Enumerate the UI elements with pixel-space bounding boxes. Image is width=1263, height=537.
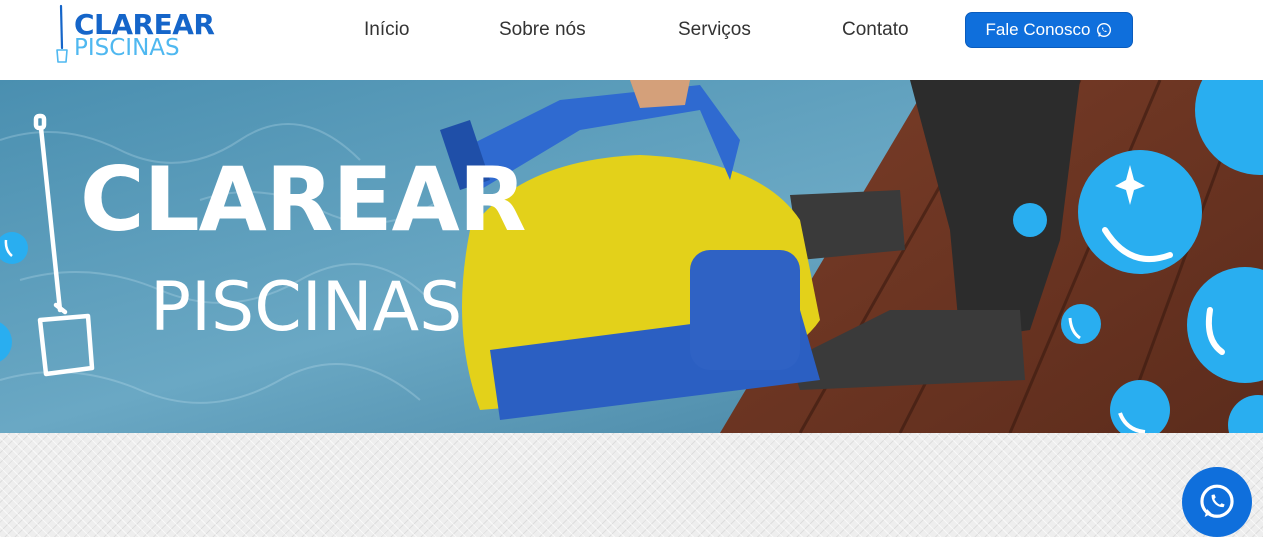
fale-conosco-label: Fale Conosco bbox=[985, 20, 1091, 39]
fale-conosco-button[interactable]: Fale Conosco bbox=[965, 12, 1133, 48]
nav-sobre-nos[interactable]: Sobre nós bbox=[499, 16, 586, 44]
whatsapp-icon bbox=[1200, 484, 1234, 518]
hero-banner: CLAREAR PISCINAS bbox=[0, 80, 1263, 433]
logo[interactable]: CLAREAR PISCINAS bbox=[54, 4, 224, 66]
nav-contato[interactable]: Contato bbox=[842, 16, 909, 44]
whatsapp-icon bbox=[1097, 23, 1112, 37]
content-background bbox=[0, 433, 1263, 537]
hero-subtitle: PISCINAS bbox=[150, 268, 463, 347]
nav-inicio[interactable]: Início bbox=[364, 16, 409, 44]
site-header: CLAREAR PISCINAS Início Sobre nós Serviç… bbox=[0, 0, 1263, 80]
nav-servicos[interactable]: Serviços bbox=[678, 16, 751, 44]
logo-text-bottom: PISCINAS bbox=[74, 35, 180, 61]
hero-title: CLAREAR bbox=[80, 148, 527, 251]
hero-background-image bbox=[0, 80, 1263, 433]
whatsapp-floating-button[interactable] bbox=[1182, 467, 1252, 537]
